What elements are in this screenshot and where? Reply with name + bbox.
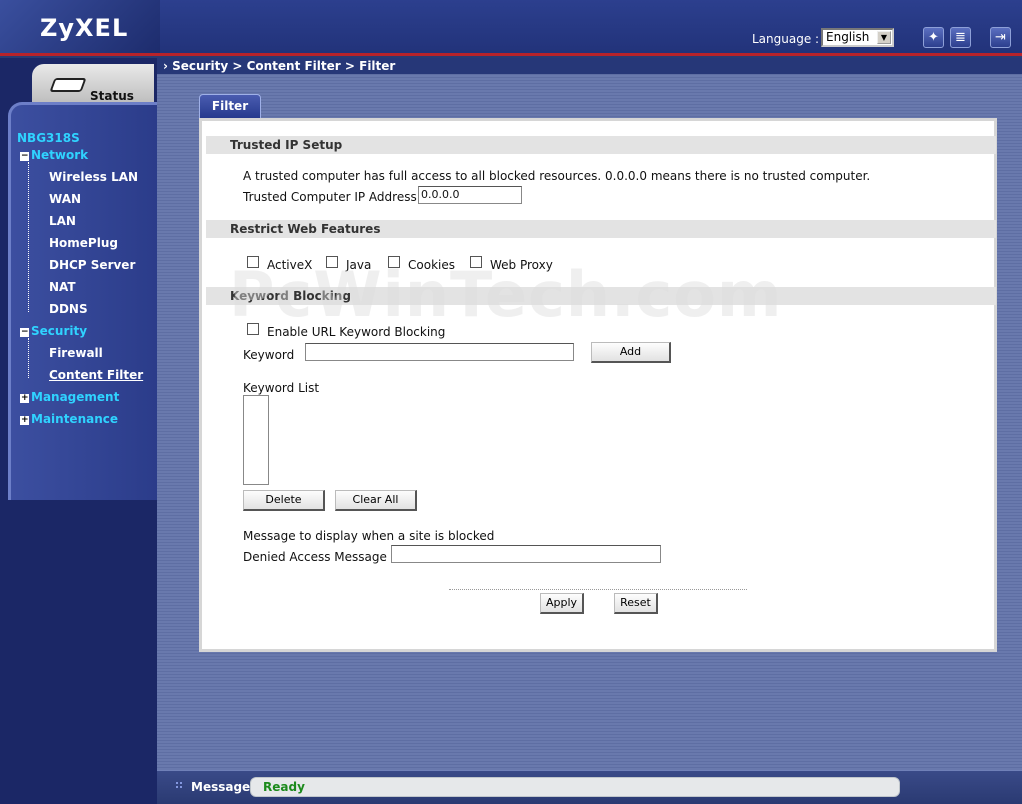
java-checkbox[interactable] (326, 256, 338, 268)
expand-icon: + (20, 393, 29, 403)
clear-all-button[interactable]: Clear All (335, 490, 417, 511)
router-icon (49, 78, 87, 92)
cookies-label: Cookies (408, 258, 455, 272)
add-button[interactable]: Add (591, 342, 671, 363)
tree-line (28, 338, 29, 378)
sidebar-item-management[interactable]: + Management (20, 390, 119, 404)
section-trusted-ip: Trusted IP Setup (206, 136, 996, 154)
device-name: NBG318S (17, 131, 80, 145)
collapse-icon: − (20, 151, 29, 161)
section-restrict-web: Restrict Web Features (206, 220, 996, 238)
tab-filter[interactable]: Filter (199, 94, 261, 118)
reset-button[interactable]: Reset (614, 593, 658, 614)
denied-access-input[interactable] (391, 545, 661, 563)
wizard-icon[interactable]: ✦ (923, 27, 944, 48)
grip-icon (175, 781, 184, 790)
sidebar-item-wireless-lan[interactable]: Wireless LAN (49, 170, 138, 184)
enable-keyword-checkbox[interactable] (247, 323, 259, 335)
message-label: Message (191, 780, 251, 794)
breadcrumb: › Security > Content Filter > Filter (157, 58, 1022, 74)
apply-button[interactable]: Apply (540, 593, 584, 614)
header-bar: ZyXEL Language : English ▼ ✦ ≣ ⇥ (0, 0, 1022, 56)
sidebar-item-dhcp-server[interactable]: DHCP Server (49, 258, 135, 272)
sidebar-item-security[interactable]: − Security (20, 324, 87, 338)
language-select[interactable]: English ▼ (821, 28, 894, 47)
web-proxy-checkbox[interactable] (470, 256, 482, 268)
collapse-icon: − (20, 327, 29, 337)
keyword-input[interactable] (305, 343, 574, 361)
java-label: Java (346, 258, 372, 272)
divider (449, 589, 747, 590)
cookies-checkbox[interactable] (388, 256, 400, 268)
activex-checkbox[interactable] (247, 256, 259, 268)
web-proxy-label: Web Proxy (490, 258, 553, 272)
notes-icon[interactable]: ≣ (950, 27, 971, 48)
zyxel-logo: ZyXEL (0, 0, 160, 53)
section-keyword-blocking: Keyword Blocking (206, 287, 996, 305)
sidebar-item-homeplug[interactable]: HomePlug (49, 236, 118, 250)
keyword-list-label: Keyword List (243, 381, 320, 395)
expand-icon: + (20, 415, 29, 425)
trusted-ip-input[interactable]: 0.0.0.0 (418, 186, 522, 204)
arrow-icon: › (163, 59, 173, 73)
tree-line (28, 162, 29, 312)
blocked-message-description: Message to display when a site is blocke… (243, 529, 495, 543)
keyword-label: Keyword (243, 348, 295, 362)
language-label: Language : (752, 32, 820, 46)
chevron-down-icon: ▼ (877, 31, 891, 44)
sidebar-item-lan[interactable]: LAN (49, 214, 76, 228)
sidebar-item-nat[interactable]: NAT (49, 280, 76, 294)
delete-button[interactable]: Delete (243, 490, 325, 511)
logout-icon[interactable]: ⇥ (990, 27, 1011, 48)
denied-access-label: Denied Access Message (243, 550, 387, 564)
filter-panel: Trusted IP Setup A trusted computer has … (199, 118, 997, 652)
keyword-listbox[interactable] (243, 395, 269, 485)
sidebar-item-ddns[interactable]: DDNS (49, 302, 88, 316)
enable-keyword-label: Enable URL Keyword Blocking (267, 325, 446, 339)
message-field: Ready (250, 777, 900, 797)
sidebar-item-maintenance[interactable]: + Maintenance (20, 412, 118, 426)
sidebar-item-firewall[interactable]: Firewall (49, 346, 103, 360)
trusted-description: A trusted computer has full access to al… (243, 169, 871, 183)
sidebar-item-wan[interactable]: WAN (49, 192, 81, 206)
sidebar-item-network[interactable]: − Network (20, 148, 88, 162)
trusted-ip-label: Trusted Computer IP Address: (243, 190, 421, 204)
sidebar-item-content-filter[interactable]: Content Filter (49, 368, 143, 382)
activex-label: ActiveX (267, 258, 313, 272)
